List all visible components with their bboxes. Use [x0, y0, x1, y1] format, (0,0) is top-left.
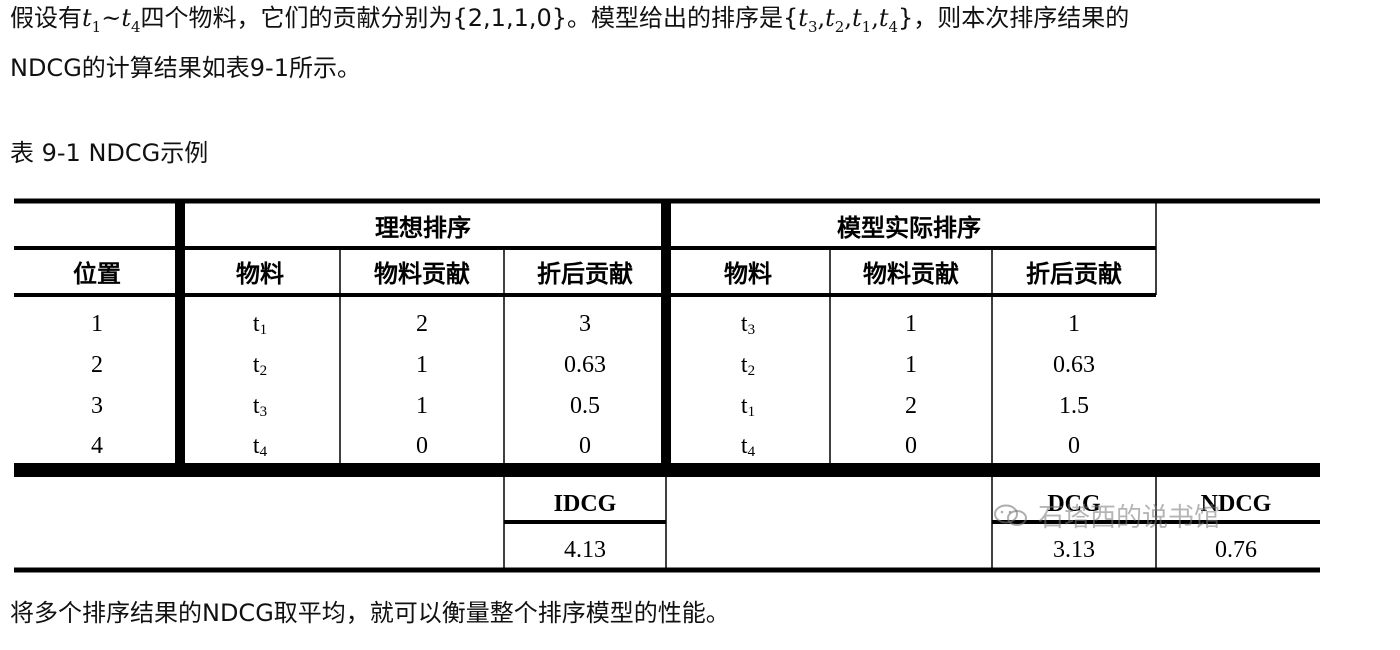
cell-model-discount: 1	[1068, 311, 1080, 337]
cell-ideal-contrib: 1	[416, 352, 428, 378]
col-ideal-discount: 折后贡献	[537, 261, 633, 288]
table-caption: 表 9-1 NDCG示例	[10, 139, 209, 167]
col-position: 位置	[73, 260, 121, 288]
intro-text-b: 四个物料，它们的贡献分别为{2,1,1,0}。模型给出的排序是{	[140, 4, 799, 32]
cell-ideal-discount: 0.5	[570, 393, 600, 419]
cell-model-contrib: 1	[905, 311, 917, 337]
cell-model-discount: 0	[1068, 433, 1080, 459]
cell-model-discount: 0.63	[1053, 352, 1095, 378]
idcg-label: IDCG	[554, 491, 617, 517]
col-model-contrib: 物料贡献	[863, 261, 959, 288]
cell-ideal-discount: 0	[579, 433, 591, 459]
cell-model-contrib: 2	[905, 393, 917, 419]
watermark-text: 石塔西的说书馆	[1038, 503, 1221, 533]
dcg-value: 3.13	[1053, 537, 1095, 563]
cell-pos: 4	[91, 433, 103, 459]
header-model-ranking: 模型实际排序	[837, 214, 981, 242]
cell-ideal-item: t2	[253, 352, 267, 379]
cell-ideal-contrib: 0	[416, 433, 428, 459]
cell-pos: 1	[91, 311, 103, 337]
cell-ideal-contrib: 2	[416, 311, 428, 337]
cell-model-item: t4	[741, 433, 756, 460]
cell-ideal-item: t3	[253, 393, 267, 420]
cell-model-item: t1	[741, 393, 755, 420]
col-ideal-item: 物料	[236, 261, 284, 288]
math-range: t1~t4	[82, 4, 141, 36]
math-order: t3,t2,t1,t4	[798, 4, 899, 36]
idcg-value: 4.13	[564, 537, 606, 563]
header-ideal-ranking: 理想排序	[375, 214, 471, 242]
ndcg-value: 0.76	[1215, 537, 1257, 563]
cell-ideal-contrib: 1	[416, 393, 428, 419]
cell-ideal-item: t1	[253, 311, 267, 338]
intro-text-c: }，则本次排序结果的	[898, 4, 1130, 32]
cell-model-contrib: 0	[905, 433, 917, 459]
cell-pos: 2	[91, 352, 103, 378]
paragraph-intro: 假设有t1~t4四个物料，它们的贡献分别为{2,1,1,0}。模型给出的排序是{…	[10, 2, 1129, 43]
paragraph-conclusion: 将多个排序结果的NDCG取平均，就可以衡量整个排序模型的性能。	[10, 599, 730, 627]
cell-model-discount: 1.5	[1059, 393, 1089, 419]
col-model-discount: 折后贡献	[1026, 261, 1122, 288]
paragraph-intro-cont: NDCG的计算结果如表9-1所示。	[10, 54, 361, 82]
cell-ideal-item: t4	[253, 433, 268, 460]
cell-model-item: t2	[741, 352, 755, 379]
cell-model-contrib: 1	[905, 352, 917, 378]
intro-text-a: 假设有	[10, 4, 82, 32]
col-ideal-contrib: 物料贡献	[374, 261, 470, 288]
cell-ideal-discount: 3	[579, 311, 591, 337]
cell-model-item: t3	[741, 311, 755, 338]
wechat-icon	[994, 504, 1027, 526]
cell-ideal-discount: 0.63	[564, 352, 606, 378]
col-model-item: 物料	[724, 261, 772, 288]
cell-pos: 3	[91, 393, 103, 419]
